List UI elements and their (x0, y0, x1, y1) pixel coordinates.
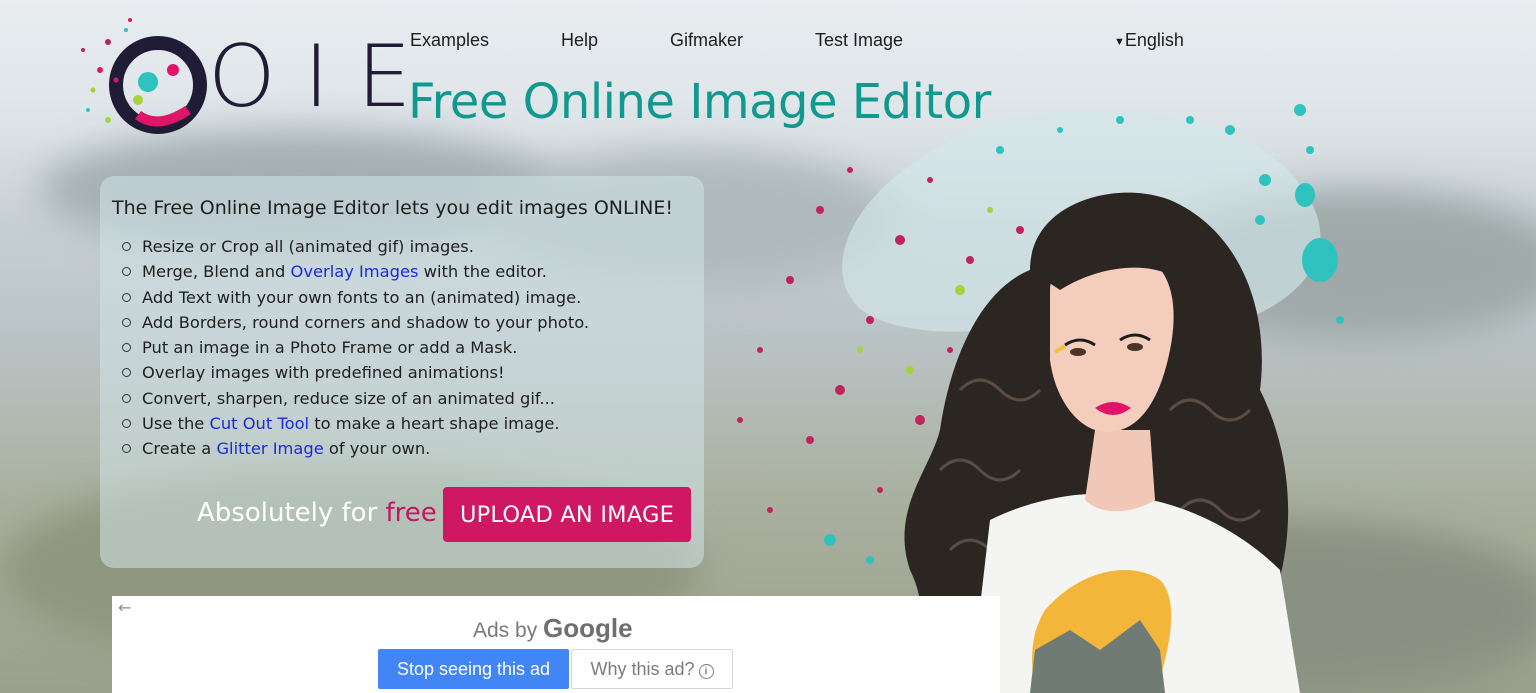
overlay-images-link[interactable]: Overlay Images (291, 262, 419, 281)
dropdown-triangle-icon: ▼ (1114, 36, 1125, 48)
language-selector[interactable]: ▼English (1114, 30, 1184, 51)
cut-out-tool-link[interactable]: Cut Out Tool (210, 414, 310, 433)
stop-seeing-ad-button[interactable]: Stop seeing this ad (378, 649, 569, 689)
list-item: Merge, Blend and Overlay Images with the… (117, 261, 589, 286)
nav-test-image[interactable]: Test Image (815, 30, 903, 54)
logo-splatter-o-icon (81, 18, 207, 134)
list-item: Add Text with your own fonts to an (anim… (117, 287, 589, 312)
oie-logo[interactable]: OIE (78, 10, 411, 140)
back-arrow-icon[interactable]: ← (118, 598, 131, 617)
intro-text: The Free Online Image Editor lets you ed… (112, 197, 674, 219)
list-item: Use the Cut Out Tool to make a heart sha… (117, 413, 589, 438)
list-item: Overlay images with predefined animation… (117, 362, 589, 387)
nav-help[interactable]: Help (561, 30, 598, 54)
list-item: Put an image in a Photo Frame or add a M… (117, 337, 589, 362)
feature-list: Resize or Crop all (animated gif) images… (117, 236, 589, 464)
why-this-ad-button[interactable]: Why this ad? i (571, 649, 733, 689)
upload-image-button[interactable]: UPLOAD AN IMAGE (443, 487, 691, 542)
list-item: Convert, sharpen, reduce size of an anim… (117, 388, 589, 413)
ads-by-google-label: Ads by Google (473, 613, 633, 643)
language-label: English (1124, 30, 1184, 50)
list-item: Resize or Crop all (animated gif) images… (117, 236, 589, 261)
list-item: Add Borders, round corners and shadow to… (117, 312, 589, 337)
google-logo: Google (543, 613, 633, 643)
info-icon: i (698, 663, 714, 679)
google-ad-banner: ← Ads by Google Stop seeing this ad Why … (112, 596, 1000, 693)
nav-gifmaker[interactable]: Gifmaker (670, 30, 743, 54)
logo-letters: OIE (208, 27, 440, 127)
glitter-image-link[interactable]: Glitter Image (216, 439, 323, 458)
nav-examples[interactable]: Examples (410, 30, 489, 54)
absolutely-free-text: Absolutely for free (197, 498, 437, 528)
list-item: Create a Glitter Image of your own. (117, 438, 589, 463)
